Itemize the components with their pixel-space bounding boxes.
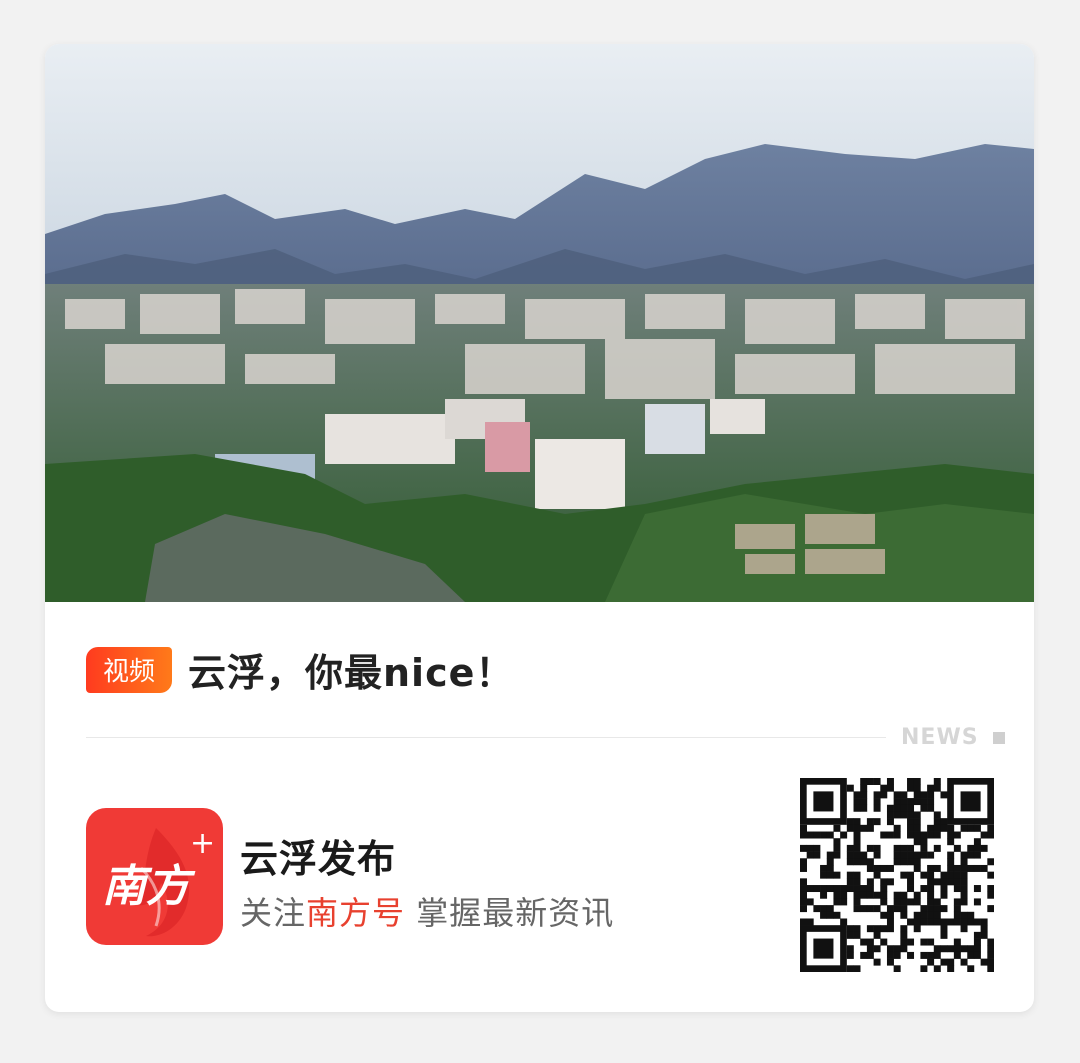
logo-text: 南方	[102, 861, 190, 912]
qr-finder-pattern	[960, 791, 981, 812]
article-card[interactable]: 视频 云浮，你最nice！ NEWS 南方 + 云浮发布 关注南方号 掌握最新资…	[45, 44, 1034, 1012]
city-landscape-photo	[45, 44, 1034, 602]
logo-plus: +	[190, 826, 216, 861]
hero-image[interactable]	[45, 44, 1034, 602]
qr-code-graphic	[800, 778, 995, 973]
article-title-row[interactable]: 视频 云浮，你最nice！	[86, 642, 514, 697]
account-description: 关注南方号 掌握最新资讯	[240, 888, 614, 934]
divider	[86, 737, 886, 738]
news-tag: NEWS	[901, 725, 1005, 750]
video-badge: 视频	[86, 646, 172, 693]
qr-finder-pattern	[813, 938, 834, 959]
desc-prefix: 关注	[240, 894, 307, 932]
desc-suffix: 掌握最新资讯	[405, 894, 615, 932]
qr-code-icon[interactable]	[800, 778, 995, 973]
qr-finder-pattern	[813, 791, 834, 812]
account-name[interactable]: 云浮发布	[240, 828, 396, 883]
desc-highlight[interactable]: 南方号	[306, 894, 405, 932]
nanfang-plus-logo[interactable]: 南方 +	[86, 808, 223, 945]
square-icon	[992, 731, 1005, 744]
article-title[interactable]: 云浮，你最nice！	[188, 642, 514, 697]
news-tag-label: NEWS	[901, 725, 979, 750]
